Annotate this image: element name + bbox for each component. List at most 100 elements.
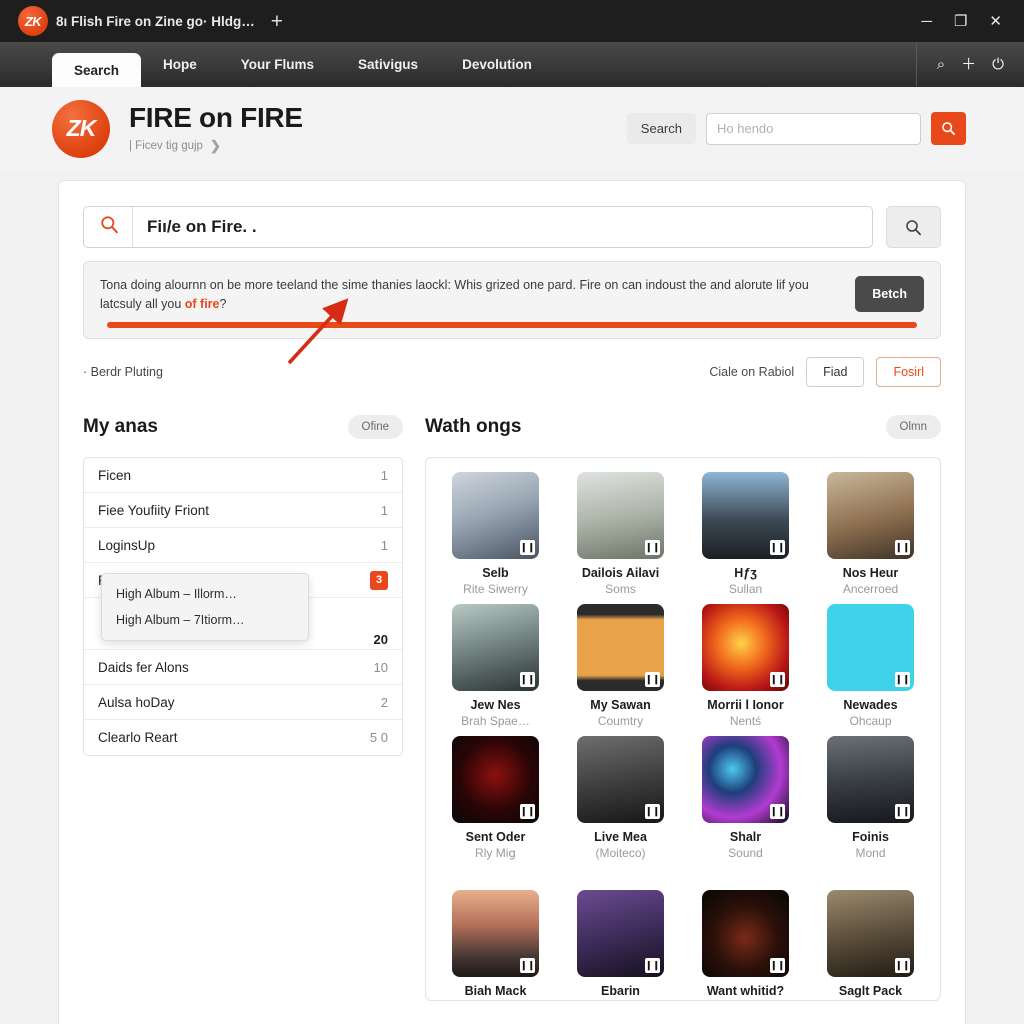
album-artwork[interactable]: ❙❙	[702, 890, 789, 977]
album-card[interactable]: ❙❙ Dailois Ailavi Soms	[563, 472, 678, 596]
list-item[interactable]: Fiee Youfiity Friont 1	[84, 493, 402, 528]
media-type-badge: ❙❙	[895, 672, 910, 687]
list-item-count: 1	[380, 467, 388, 483]
album-subtitle: Sullan	[728, 582, 763, 596]
album-card[interactable]: ❙❙ Saglt Pack	[813, 890, 928, 1000]
album-card[interactable]: ❙❙ Biah Mack	[438, 890, 553, 1000]
album-artwork[interactable]: ❙❙	[827, 472, 914, 559]
album-card[interactable]: ❙❙ Jew Nes Brah Spae…	[438, 604, 553, 728]
primary-navbar: Search Hope Your Flums Sativigus Devolut…	[0, 42, 1024, 87]
fiad-button[interactable]: Fiad	[806, 357, 865, 387]
plus-icon[interactable]: ＋	[961, 57, 976, 72]
fosirl-button[interactable]: Fosirl	[876, 357, 941, 387]
olmn-pill-button[interactable]: Olmn	[885, 415, 941, 439]
tab-sativigus[interactable]: Sativigus	[336, 42, 440, 87]
album-subtitle: Brah Spae…	[461, 714, 530, 728]
list-item[interactable]: Ficen 1	[84, 458, 402, 493]
dropdown-item[interactable]: High Album – 7Itiorm…	[102, 607, 308, 633]
album-card[interactable]: ❙❙ Foinis Mond	[813, 736, 928, 860]
dropdown-item[interactable]: High Album – Illorm…	[102, 581, 308, 607]
album-card[interactable]: ❙❙ Nos Heur Ancerroed	[813, 472, 928, 596]
ofine-pill-button[interactable]: Ofine	[347, 415, 403, 439]
album-artwork[interactable]: ❙❙	[452, 604, 539, 691]
media-type-badge: ❙❙	[520, 672, 535, 687]
list-item[interactable]: Clearlo Reart 5 0	[84, 720, 402, 755]
album-subtitle: Rly Miց	[475, 846, 516, 860]
album-card[interactable]: ❙❙ Hƒʒ Sullan	[688, 472, 803, 596]
right-panel-header: Wath ongs Olmn	[425, 410, 941, 444]
list-item-label: Clearlo Reart	[98, 730, 178, 745]
album-artwork[interactable]: ❙❙	[702, 736, 789, 823]
list-item-count: 10	[373, 659, 388, 675]
album-card[interactable]: ❙❙ Ebarin	[563, 890, 678, 1000]
primary-search-row: Fiı/e on Fire. .	[83, 206, 941, 248]
media-type-badge: ❙❙	[645, 540, 660, 555]
nav-action-icons: ⌕ ＋ ⏻	[915, 42, 1024, 87]
album-subtitle: Rite Siwerry	[463, 582, 528, 596]
album-artwork[interactable]: ❙❙	[577, 736, 664, 823]
album-card[interactable]: ❙❙ Selb Rite Siwerry	[438, 472, 553, 596]
minimize-icon[interactable]: ─	[921, 14, 932, 29]
power-icon[interactable]: ⏻	[992, 57, 1004, 72]
media-type-badge: ❙❙	[895, 540, 910, 555]
tab-your-flums[interactable]: Your Flums	[219, 42, 336, 87]
album-title: Morrii l Ionor	[707, 698, 784, 712]
album-artwork[interactable]: ❙❙	[577, 890, 664, 977]
search-icon[interactable]: ⌕	[937, 57, 945, 72]
new-tab-button[interactable]: +	[263, 11, 291, 32]
maximize-icon[interactable]: ❐	[954, 14, 967, 29]
album-artwork[interactable]: ❙❙	[452, 472, 539, 559]
album-title: Biah Mack	[464, 984, 527, 998]
list-item[interactable]: Daids fer Alons 10	[84, 650, 402, 685]
list-item[interactable]: LoginsUp 1	[84, 528, 402, 563]
album-title: Shalr	[729, 830, 762, 844]
album-artwork[interactable]: ❙❙	[577, 472, 664, 559]
album-card[interactable]: ❙❙ Live Mea (Moiteco)	[563, 736, 678, 860]
album-artwork[interactable]: ❙❙	[702, 604, 789, 691]
browser-tab-title[interactable]: 8ı Flish Fire on Zine go· Hldg…	[56, 14, 255, 29]
tab-devolution[interactable]: Devolution	[440, 42, 554, 87]
media-type-badge: ❙❙	[645, 672, 660, 687]
search-icon	[906, 219, 921, 235]
status-badge: 3	[370, 570, 388, 590]
list-item[interactable]: Aulsa hoDay 2	[84, 685, 402, 720]
notice-banner: Tona doing alournn on be more teeland th…	[83, 261, 941, 339]
header-search-label: Search	[626, 113, 696, 144]
album-artwork[interactable]: ❙❙	[452, 736, 539, 823]
search-icon	[84, 215, 132, 240]
album-artwork[interactable]: ❙❙	[452, 890, 539, 977]
berdr-pluting-label[interactable]: · Berdr Pluting	[83, 365, 163, 379]
breadcrumb[interactable]: | Ficev tig gujp ❯	[129, 138, 303, 154]
primary-search-field[interactable]: Fiı/e on Fire. .	[83, 206, 873, 248]
album-card[interactable]: ❙❙ Want whitid?	[688, 890, 803, 1000]
album-card[interactable]: ❙❙ Shalr Sound	[688, 736, 803, 860]
media-type-badge: ❙❙	[520, 804, 535, 819]
album-title: Sent Oder	[465, 830, 526, 844]
album-subtitle: Nentś	[729, 714, 762, 728]
album-subtitle: Ohcaup	[849, 714, 892, 728]
album-artwork[interactable]: ❙❙	[827, 890, 914, 977]
list-item-label: Fiee Youfiity Friont	[98, 502, 210, 518]
album-artwork[interactable]: ❙❙	[827, 604, 914, 691]
search-submit-button[interactable]	[886, 206, 941, 248]
media-type-badge: ❙❙	[645, 958, 660, 973]
left-panel-header: My anas Ofine	[83, 410, 403, 444]
album-subtitle: Mond	[855, 846, 886, 860]
betch-button[interactable]: Betch	[855, 276, 924, 312]
album-title: My Sawan	[590, 698, 651, 712]
search-input-value: Fiı/e on Fire. .	[147, 217, 257, 236]
album-card[interactable]: ❙❙ My Sawan Coumtry	[563, 604, 678, 728]
album-card[interactable]: ❙❙ Morrii l Ionor Nentś	[688, 604, 803, 728]
close-icon[interactable]: ✕	[989, 14, 1002, 29]
album-artwork[interactable]: ❙❙	[702, 472, 789, 559]
tab-search[interactable]: Search	[52, 53, 142, 87]
album-card[interactable]: ❙❙ Sent Oder Rly Miց	[438, 736, 553, 860]
header-search-input[interactable]	[706, 112, 921, 145]
list-item-count: 1	[380, 537, 388, 553]
album-card[interactable]: ❙❙ Newades Ohcaup	[813, 604, 928, 728]
album-dropdown-menu[interactable]: High Album – Illorm… High Album – 7Itior…	[101, 573, 309, 641]
header-search-button[interactable]	[931, 112, 966, 145]
album-artwork[interactable]: ❙❙	[827, 736, 914, 823]
album-artwork[interactable]: ❙❙	[577, 604, 664, 691]
tab-hope[interactable]: Hope	[141, 42, 219, 87]
